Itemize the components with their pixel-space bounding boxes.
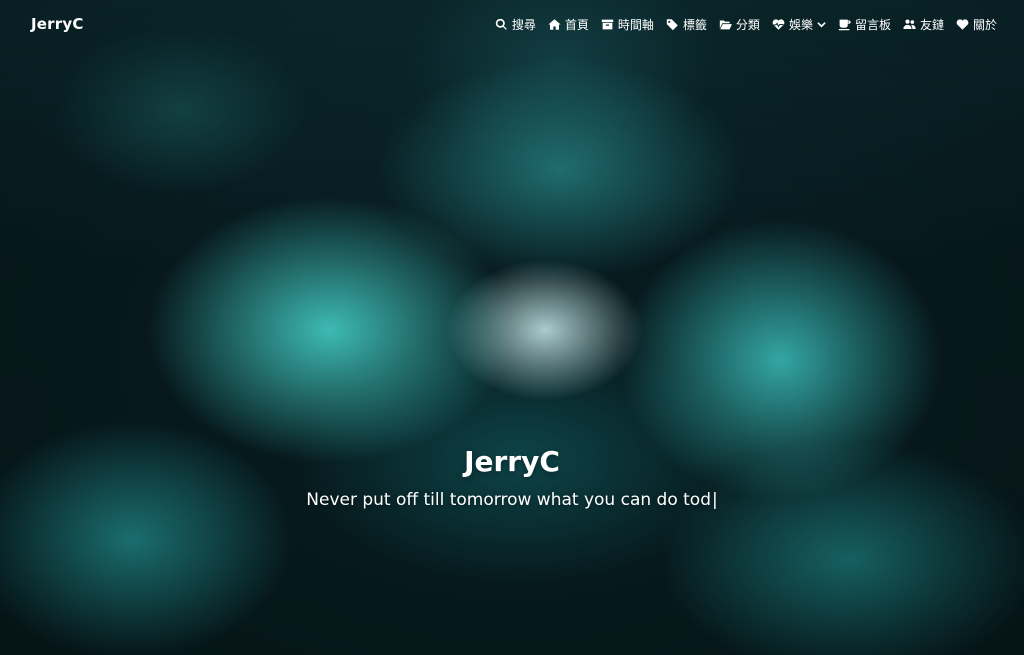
nav-item-entertainment[interactable]: 娛樂 [772,16,826,33]
nav-item-label: 分類 [735,18,760,32]
nav-item-friends[interactable]: 友鏈 [903,16,944,33]
nav-item-tags[interactable]: 標籤 [666,16,707,33]
nav-item-guestbook[interactable]: 留言板 [838,16,891,33]
site-title: JerryC [464,445,560,478]
nav-item-label: 友鏈 [919,18,944,32]
user-friends-icon [903,18,916,31]
nav-item-label: 首頁 [564,18,589,32]
nav-item-label: 時間軸 [617,18,654,32]
top-navbar: JerryC 搜尋 首頁 時間軸 標籤 分類 娛樂 留言板 友鏈 關於 [0,0,1024,50]
home-icon [548,18,561,31]
site-subtitle: Never put off till tomorrow what you can… [0,490,1024,510]
chevron-down-icon [817,20,826,29]
heart-icon [956,18,969,31]
folder-open-icon [719,18,732,31]
coffee-icon [838,18,851,31]
site-info: JerryC Never put off till tomorrow what … [0,445,1024,510]
search-icon [495,18,508,31]
heartbeat-icon [772,18,785,31]
tags-icon [666,18,679,31]
archive-icon [601,18,614,31]
nav-item-home[interactable]: 首頁 [548,16,589,33]
typing-cursor: | [712,490,718,510]
nav-item-label: 關於 [972,18,997,32]
nav-item-timeline[interactable]: 時間軸 [601,16,654,33]
nav-item-label: 娛樂 [788,18,813,32]
nav-item-label: 搜尋 [511,18,536,32]
subtitle-text: Never put off till tomorrow what you can… [306,490,711,510]
site-brand-link[interactable]: JerryC [31,15,84,33]
hero-banner: JerryC 搜尋 首頁 時間軸 標籤 分類 娛樂 留言板 友鏈 關於 Jerr… [0,0,1024,655]
nav-item-categories[interactable]: 分類 [719,16,760,33]
nav-item-label: 留言板 [854,18,891,32]
nav-item-search[interactable]: 搜尋 [495,16,536,33]
nav-menu: 搜尋 首頁 時間軸 標籤 分類 娛樂 留言板 友鏈 關於 [495,16,997,33]
nav-item-about[interactable]: 關於 [956,16,997,33]
nav-item-label: 標籤 [682,18,707,32]
